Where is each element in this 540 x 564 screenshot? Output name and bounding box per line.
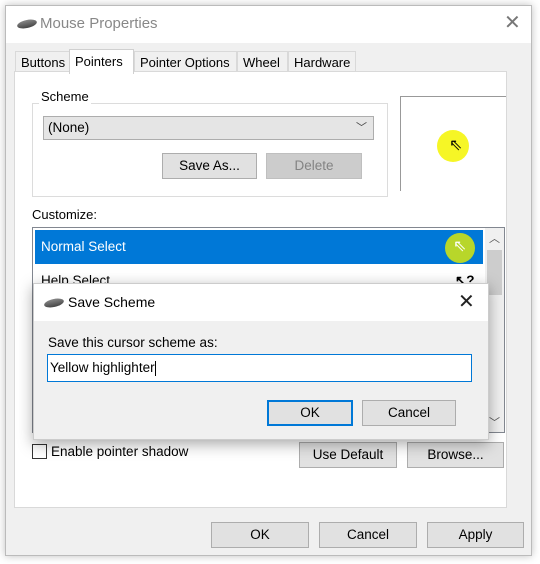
tab-pointer-options[interactable]: Pointer Options <box>134 51 237 72</box>
arrow-cursor-icon: ⇖ <box>449 137 463 154</box>
mouse-icon <box>43 297 65 309</box>
dialog-cancel-button[interactable]: Cancel <box>362 400 456 426</box>
list-item[interactable]: Normal Select ⇖ <box>35 230 483 264</box>
cancel-button[interactable]: Cancel <box>319 522 417 548</box>
tab-buttons[interactable]: Buttons <box>15 51 70 72</box>
text-caret <box>154 360 156 376</box>
delete-button[interactable]: Delete <box>266 153 362 179</box>
scheme-value: (None) <box>48 120 90 135</box>
save-as-button[interactable]: Save As... <box>162 153 257 179</box>
scheme-dropdown[interactable]: (None) ﹀ <box>43 116 374 140</box>
pointer-shadow-label[interactable]: Enable pointer shadow <box>51 444 188 459</box>
cursor-preview: ⇖ <box>400 96 506 191</box>
pointer-shadow-checkbox[interactable] <box>32 444 47 459</box>
title-bar: Mouse Properties ✕ <box>6 6 531 43</box>
chevron-down-icon: ﹀ <box>356 122 367 134</box>
browse-button[interactable]: Browse... <box>407 442 504 468</box>
tab-wheel[interactable]: Wheel <box>237 51 288 72</box>
save-scheme-dialog: Save Scheme ✕ Save this cursor scheme as… <box>33 283 489 440</box>
scheme-label: Scheme <box>39 89 91 104</box>
chevron-up-icon[interactable]: ︿ <box>489 230 500 246</box>
dialog-title-bar: Save Scheme ✕ <box>34 284 488 321</box>
mouse-properties-window: Mouse Properties ✕ Buttons Pointers Poin… <box>5 5 532 556</box>
dialog-prompt: Save this cursor scheme as: <box>48 335 218 350</box>
tab-hardware[interactable]: Hardware <box>288 51 356 72</box>
mouse-icon <box>16 18 38 30</box>
chevron-down-icon[interactable]: ﹀ <box>489 414 500 430</box>
scheme-name-input[interactable]: Yellow highlighter <box>47 354 472 382</box>
ok-button[interactable]: OK <box>211 522 309 548</box>
close-icon[interactable]: ✕ <box>504 10 521 34</box>
list-item-label: Normal Select <box>41 239 126 254</box>
close-icon[interactable]: ✕ <box>458 289 475 313</box>
scheme-name-value: Yellow highlighter <box>50 360 155 375</box>
tab-pointers[interactable]: Pointers <box>69 49 134 74</box>
scrollbar-thumb[interactable] <box>487 250 502 295</box>
arrow-cursor-icon: ⇖ <box>453 238 467 255</box>
window-title: Mouse Properties <box>40 15 158 32</box>
use-default-button[interactable]: Use Default <box>299 442 397 468</box>
dialog-title: Save Scheme <box>68 294 156 310</box>
apply-button[interactable]: Apply <box>427 522 524 548</box>
customize-label: Customize: <box>32 207 98 222</box>
dialog-ok-button[interactable]: OK <box>267 400 353 426</box>
